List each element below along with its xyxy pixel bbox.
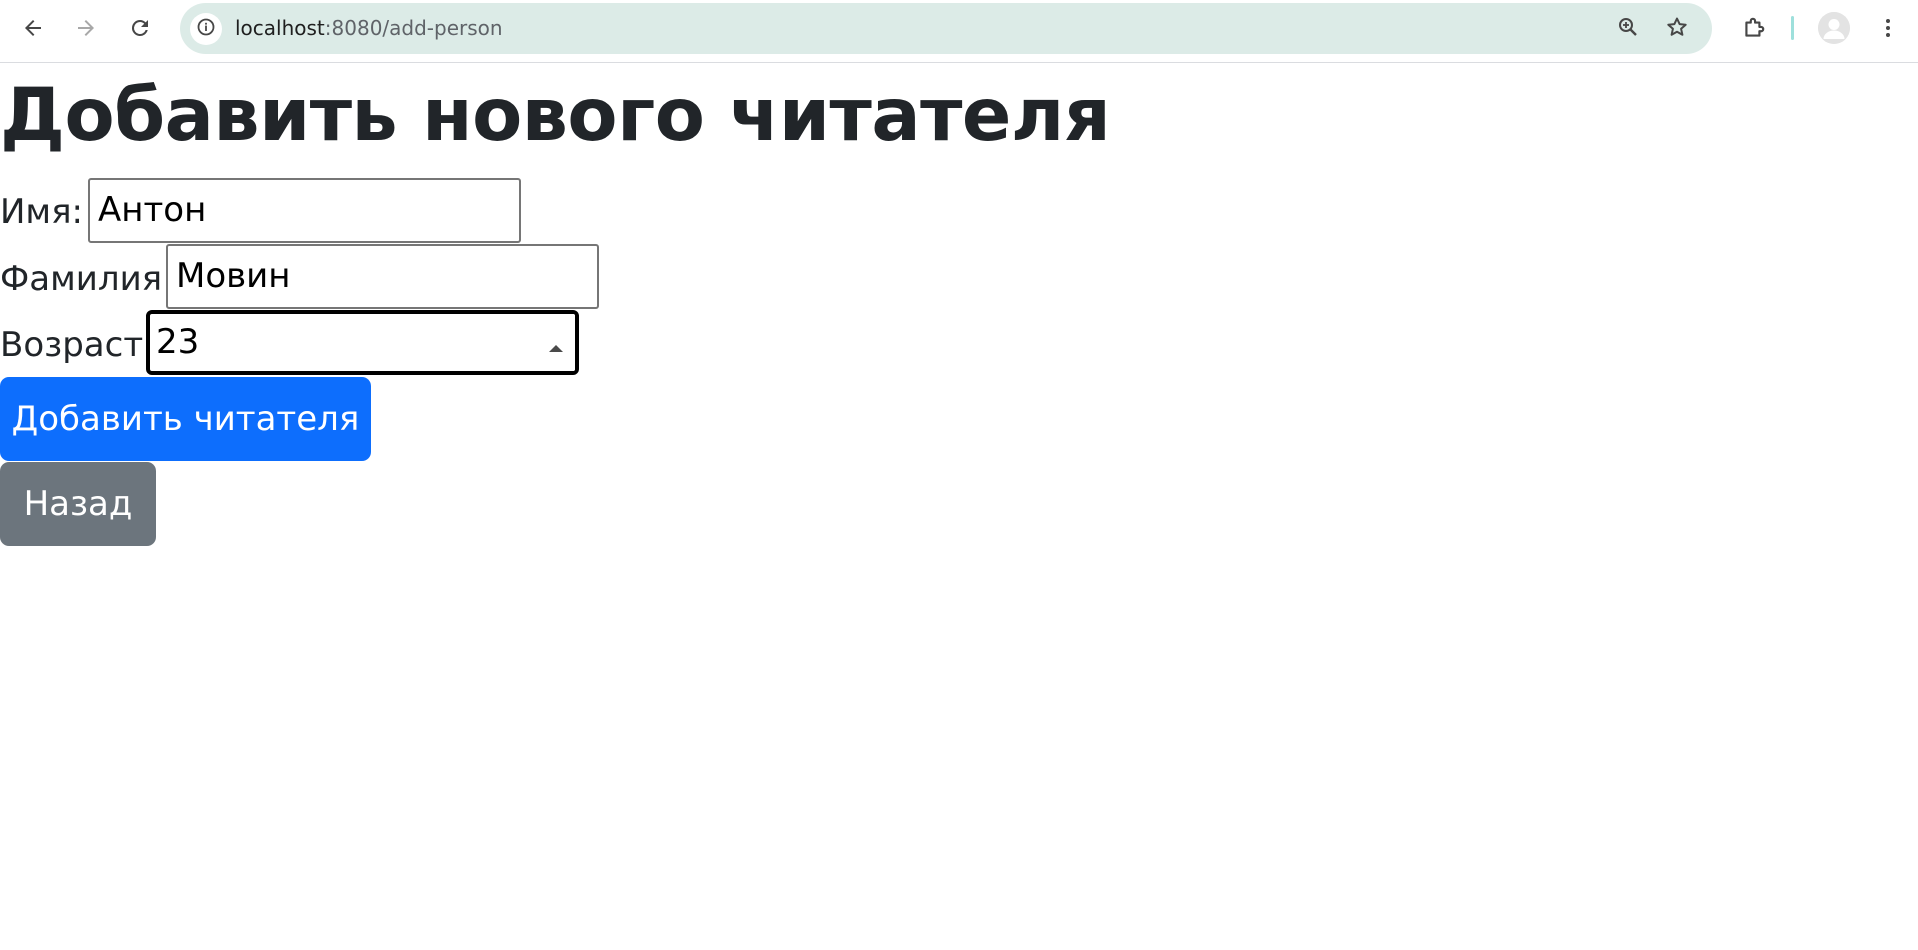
avatar-icon bbox=[1818, 12, 1850, 44]
age-input[interactable]: 23 bbox=[146, 310, 579, 375]
back-button[interactable] bbox=[15, 10, 51, 46]
decrement-button[interactable] bbox=[537, 371, 575, 375]
caret-down-icon bbox=[548, 371, 564, 375]
back-button-page[interactable]: Назад bbox=[0, 462, 156, 546]
arrow-left-icon bbox=[21, 16, 45, 40]
reload-icon bbox=[128, 16, 152, 40]
last-name-input[interactable]: Мовин bbox=[166, 244, 599, 309]
puzzle-icon bbox=[1741, 15, 1767, 41]
page-title: Добавить нового читателя bbox=[0, 73, 1111, 158]
last-name-label: Фамилия: bbox=[0, 259, 174, 299]
zoom-button[interactable] bbox=[1612, 13, 1644, 45]
url-path: :8080/add-person bbox=[324, 16, 503, 40]
arrow-right-icon bbox=[74, 16, 98, 40]
browser-toolbar: localhost:8080/add-person bbox=[0, 0, 1918, 63]
page-content: Добавить нового читателя Имя: Антон Фами… bbox=[0, 64, 1918, 950]
kebab-menu-icon bbox=[1876, 16, 1900, 40]
bookmark-button[interactable] bbox=[1661, 13, 1693, 45]
profile-button[interactable] bbox=[1818, 12, 1850, 44]
first-name-input[interactable]: Антон bbox=[88, 178, 521, 243]
forward-button[interactable] bbox=[68, 10, 104, 46]
caret-up-icon bbox=[548, 314, 564, 371]
age-label: Возраст: bbox=[0, 325, 155, 365]
address-bar[interactable]: localhost:8080/add-person bbox=[180, 3, 1712, 54]
toolbar-divider bbox=[1791, 16, 1794, 40]
age-value: 23 bbox=[156, 322, 200, 362]
increment-button[interactable] bbox=[537, 314, 575, 371]
add-reader-button[interactable]: Добавить читателя bbox=[0, 377, 371, 461]
browser-menu-button[interactable] bbox=[1870, 10, 1906, 46]
first-name-label: Имя: bbox=[0, 192, 83, 232]
info-icon bbox=[196, 17, 216, 41]
star-icon bbox=[1665, 15, 1689, 43]
zoom-in-icon bbox=[1616, 15, 1640, 43]
extensions-button[interactable] bbox=[1736, 10, 1772, 46]
site-info-button[interactable] bbox=[190, 13, 222, 45]
reload-button[interactable] bbox=[122, 10, 158, 46]
age-stepper[interactable] bbox=[537, 314, 575, 371]
url-host: localhost bbox=[235, 16, 325, 40]
url-text[interactable]: localhost:8080/add-person bbox=[235, 3, 503, 54]
